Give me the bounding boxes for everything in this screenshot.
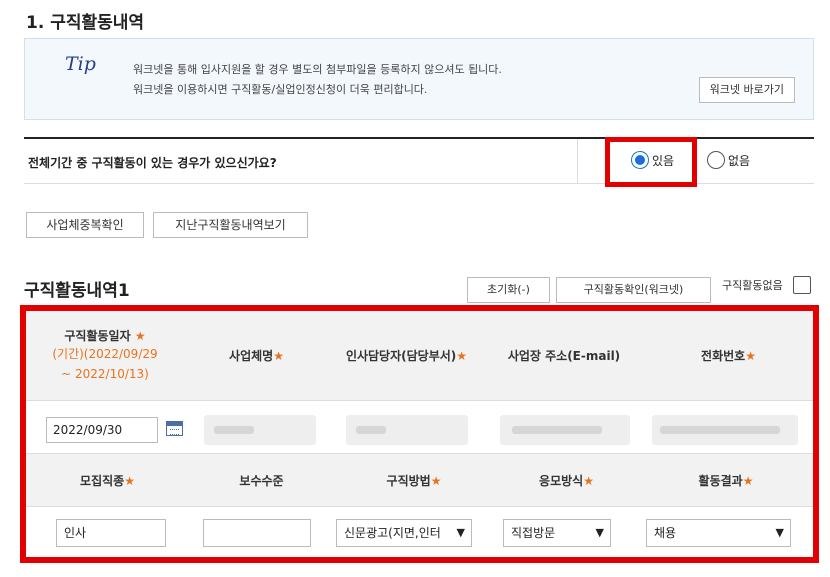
- tip-label: Tip: [65, 53, 96, 75]
- table-header-row-1: 구직활동일자 ★ (기간)(2022/09/29 ~ 2022/10/13) 사…: [26, 311, 813, 401]
- highlight-box-yes: [605, 137, 697, 187]
- duplicate-check-button[interactable]: 사업체중복확인: [26, 212, 144, 238]
- required-mark: ★: [430, 473, 442, 488]
- required-mark: ★: [745, 349, 756, 363]
- no-activity-label: 구직활동없음: [722, 279, 783, 292]
- required-mark: ★: [124, 473, 135, 488]
- header-job-type: 모집직종★: [26, 454, 189, 506]
- job-type-input[interactable]: 인사: [56, 519, 166, 547]
- header-company: 사업체명★: [184, 311, 329, 400]
- header-result-label: 활동결과: [698, 473, 743, 488]
- worknet-link-button[interactable]: 워크넷 바로가기: [698, 77, 795, 103]
- table-row-2: 인사 신문광고(지면,인터 ▼ 직접방문 ▼ 채용 ▼: [26, 507, 813, 557]
- header-method-label: 구직방법: [386, 473, 431, 488]
- required-mark: ★: [742, 473, 754, 488]
- date-input[interactable]: 2022/09/30: [46, 417, 158, 443]
- table-row-1: 2022/09/30: [26, 401, 813, 454]
- company-field-blurred[interactable]: [204, 415, 316, 445]
- calendar-icon[interactable]: [166, 421, 183, 436]
- required-mark: ★: [273, 349, 284, 363]
- divider: [577, 139, 578, 183]
- apply-select-value: 직접방문: [511, 526, 556, 540]
- apply-select[interactable]: 직접방문 ▼: [503, 519, 611, 547]
- header-salary: 보수수준: [189, 454, 334, 506]
- header-method: 구직방법★: [334, 454, 494, 506]
- header-result: 활동결과★: [639, 454, 813, 506]
- chevron-down-icon: ▼: [775, 526, 784, 539]
- no-activity-checkbox[interactable]: [793, 276, 811, 294]
- past-history-button[interactable]: 지난구직활동내역보기: [153, 212, 308, 238]
- header-apply-label: 응모방식: [539, 473, 584, 488]
- header-address: 사업장 주소(E-mail): [484, 311, 644, 400]
- required-mark: ★: [456, 349, 468, 363]
- section-title: 1. 구직활동내역: [26, 13, 145, 33]
- tip-line-1: 워크넷을 통해 입사지원을 할 경우 별도의 첨부파일을 등록하지 않으셔도 됩…: [133, 63, 502, 76]
- header-manager: 인사담당자(담당부서)★: [329, 311, 484, 400]
- table-header-row-2: 모집직종★ 보수수준 구직방법★ 응모방식★ 활동결과★: [26, 454, 813, 507]
- reset-button[interactable]: 초기화(-): [467, 277, 550, 303]
- question-text: 전체기간 중 구직활동이 있는 경우가 있으신가요?: [28, 156, 277, 170]
- activity-table: 구직활동일자 ★ (기간)(2022/09/29 ~ 2022/10/13) 사…: [20, 305, 819, 563]
- chevron-down-icon: ▼: [456, 526, 465, 539]
- header-date-label: 구직활동일자: [64, 329, 131, 343]
- header-company-label: 사업체명: [229, 349, 274, 363]
- manager-field-blurred[interactable]: [346, 415, 468, 445]
- phone-field-blurred[interactable]: [652, 415, 798, 445]
- required-mark: ★: [583, 473, 594, 488]
- worknet-check-button[interactable]: 구직활동확인(워크넷): [556, 277, 711, 303]
- radio-unchecked-icon: [707, 151, 725, 169]
- header-phone-label: 전화번호: [701, 349, 746, 363]
- address-field-blurred[interactable]: [500, 415, 630, 445]
- header-period-line-2: ~ 2022/10/13): [61, 367, 149, 381]
- tip-line-2: 워크넷을 이용하시면 구직활동/실업인정신청이 더욱 편리합니다.: [133, 83, 428, 96]
- chevron-down-icon: ▼: [595, 526, 604, 539]
- result-select[interactable]: 채용 ▼: [646, 519, 791, 547]
- radio-no[interactable]: 없음: [707, 151, 750, 169]
- header-address-label: 사업장 주소(E-mail): [507, 349, 621, 363]
- header-manager-label: 인사담당자(담당부서): [345, 349, 457, 363]
- header-phone: 전화번호★: [644, 311, 813, 400]
- radio-no-label: 없음: [728, 153, 751, 168]
- method-select[interactable]: 신문광고(지면,인터 ▼: [336, 519, 472, 547]
- result-select-value: 채용: [654, 526, 677, 540]
- header-apply: 응모방식★: [494, 454, 639, 506]
- activity-title: 구직활동내역1: [24, 281, 130, 301]
- method-select-value: 신문광고(지면,인터: [344, 526, 441, 540]
- tip-box: Tip 워크넷을 통해 입사지원을 할 경우 별도의 첨부파일을 등록하지 않으…: [24, 38, 814, 120]
- header-salary-label: 보수수준: [239, 473, 284, 488]
- required-mark: ★: [134, 329, 146, 343]
- header-period-line-1: (기간)(2022/09/29: [52, 347, 158, 361]
- salary-input[interactable]: [203, 519, 311, 547]
- header-date: 구직활동일자 ★ (기간)(2022/09/29 ~ 2022/10/13): [26, 311, 184, 400]
- header-job-type-label: 모집직종: [80, 473, 125, 488]
